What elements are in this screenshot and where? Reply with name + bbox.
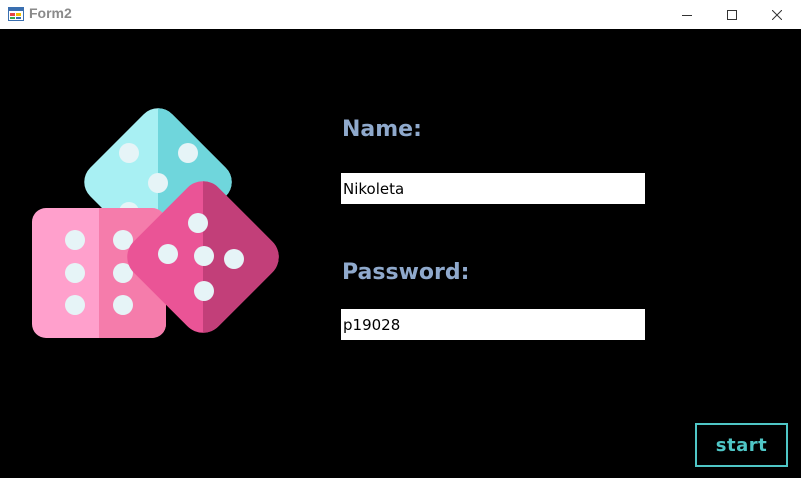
windows-form-icon[interactable] (8, 6, 24, 22)
password-label: Password: (342, 260, 470, 285)
close-icon (772, 9, 782, 20)
password-input[interactable] (341, 309, 645, 340)
window-title: Form2 (29, 5, 72, 21)
minimize-icon (682, 14, 692, 16)
name-label: Name: (342, 117, 422, 142)
start-button[interactable]: start (695, 423, 788, 467)
title-bar[interactable]: Form2 (0, 0, 801, 29)
minimize-button[interactable] (664, 0, 710, 29)
maximize-icon (727, 9, 737, 20)
name-input[interactable] (341, 173, 645, 204)
maximize-button[interactable] (709, 0, 755, 29)
dice-icon (28, 92, 294, 348)
close-button[interactable] (754, 0, 800, 29)
